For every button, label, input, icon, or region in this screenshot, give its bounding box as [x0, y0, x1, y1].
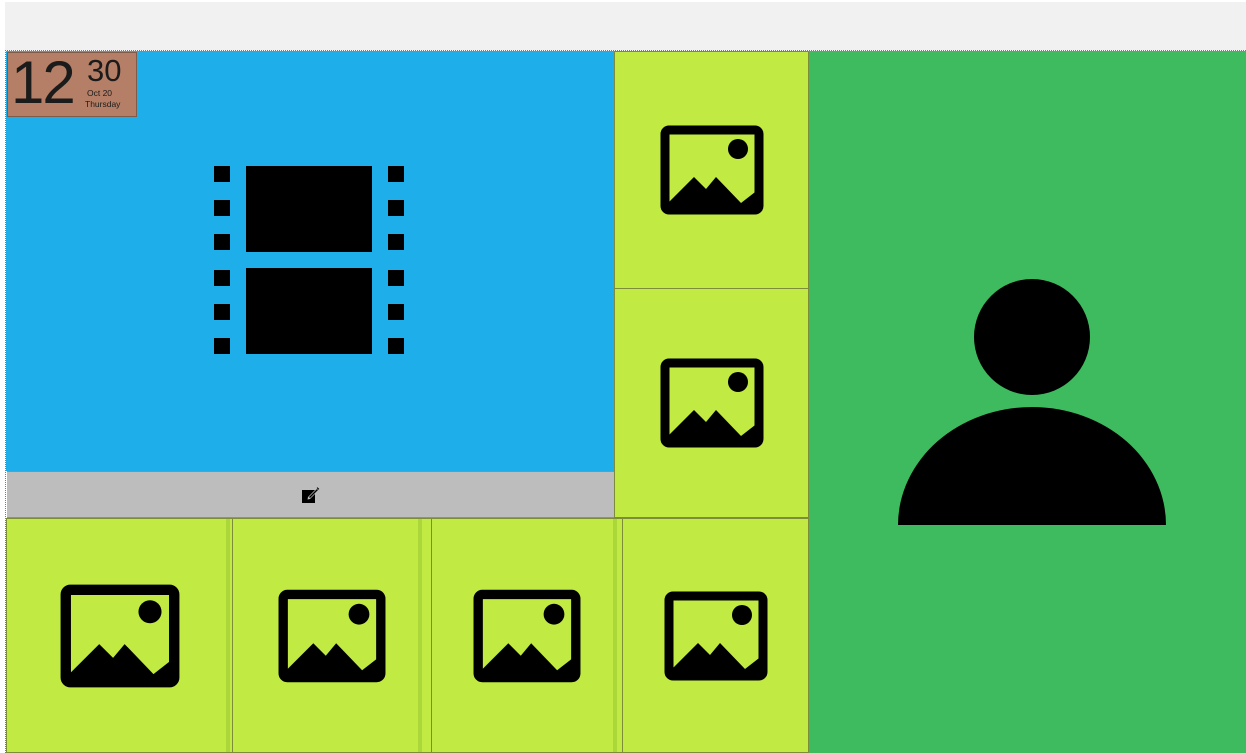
- clock-day: Thursday: [85, 99, 121, 109]
- clock-minutes: 30: [87, 53, 122, 88]
- person-icon: [898, 279, 1166, 525]
- image-icon: [660, 358, 763, 448]
- tile-seam: [613, 519, 617, 752]
- image-icon: [60, 584, 179, 687]
- top-bar: [5, 2, 1246, 50]
- contact-tile[interactable]: [809, 51, 1246, 753]
- film-strip-icon: [214, 166, 404, 354]
- photo-tile-3[interactable]: [6, 518, 233, 753]
- edit-icon: [301, 486, 319, 503]
- tile-seam: [418, 519, 422, 752]
- edit-bar[interactable]: [7, 471, 614, 518]
- image-icon: [473, 589, 581, 682]
- image-icon: [664, 591, 767, 680]
- photo-tile-1[interactable]: [614, 51, 809, 289]
- photo-tile-4[interactable]: [232, 518, 432, 753]
- photo-tile-5[interactable]: [431, 518, 623, 753]
- clock-date: Oct 20: [87, 88, 113, 98]
- photo-tile-2[interactable]: [614, 288, 809, 518]
- tile-seam: [226, 519, 230, 752]
- clock-hour: 12: [11, 49, 76, 116]
- image-icon: [278, 589, 386, 682]
- photo-tile-6[interactable]: [622, 518, 809, 753]
- image-icon: [660, 125, 763, 215]
- clock-widget: 12 30 Oct 20 Thursday: [7, 49, 137, 117]
